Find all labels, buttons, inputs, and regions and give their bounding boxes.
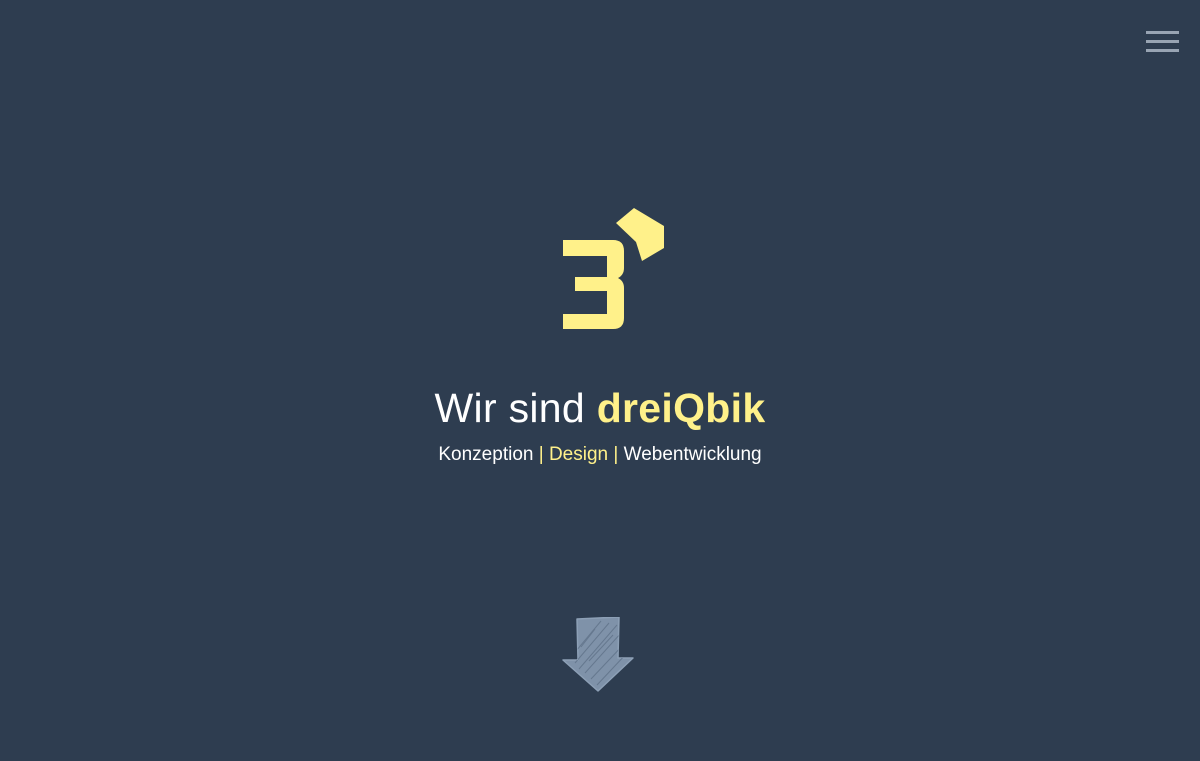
service-design: Design (548, 444, 609, 465)
service-separator: | (608, 444, 624, 465)
hamburger-line (1146, 31, 1179, 34)
arrow-down-icon (562, 616, 634, 692)
service-konzeption: Konzeption (438, 444, 534, 465)
dreiqbik-logo (558, 206, 668, 334)
logo-3-icon (563, 208, 664, 329)
scroll-down-arrow-icon[interactable] (561, 616, 635, 693)
headline-brand: dreiQbik (596, 385, 766, 431)
hamburger-line (1146, 40, 1179, 43)
hamburger-line (1146, 49, 1179, 52)
hamburger-menu-icon[interactable] (1146, 31, 1179, 52)
services-tagline: Konzeption | Design | Webentwicklung (0, 443, 1200, 467)
service-separator: | (533, 444, 549, 465)
headline-prefix: Wir sind (434, 385, 597, 431)
service-webentwicklung: Webentwicklung (623, 444, 762, 465)
hero-headline: Wir sind dreiQbik (0, 384, 1200, 432)
